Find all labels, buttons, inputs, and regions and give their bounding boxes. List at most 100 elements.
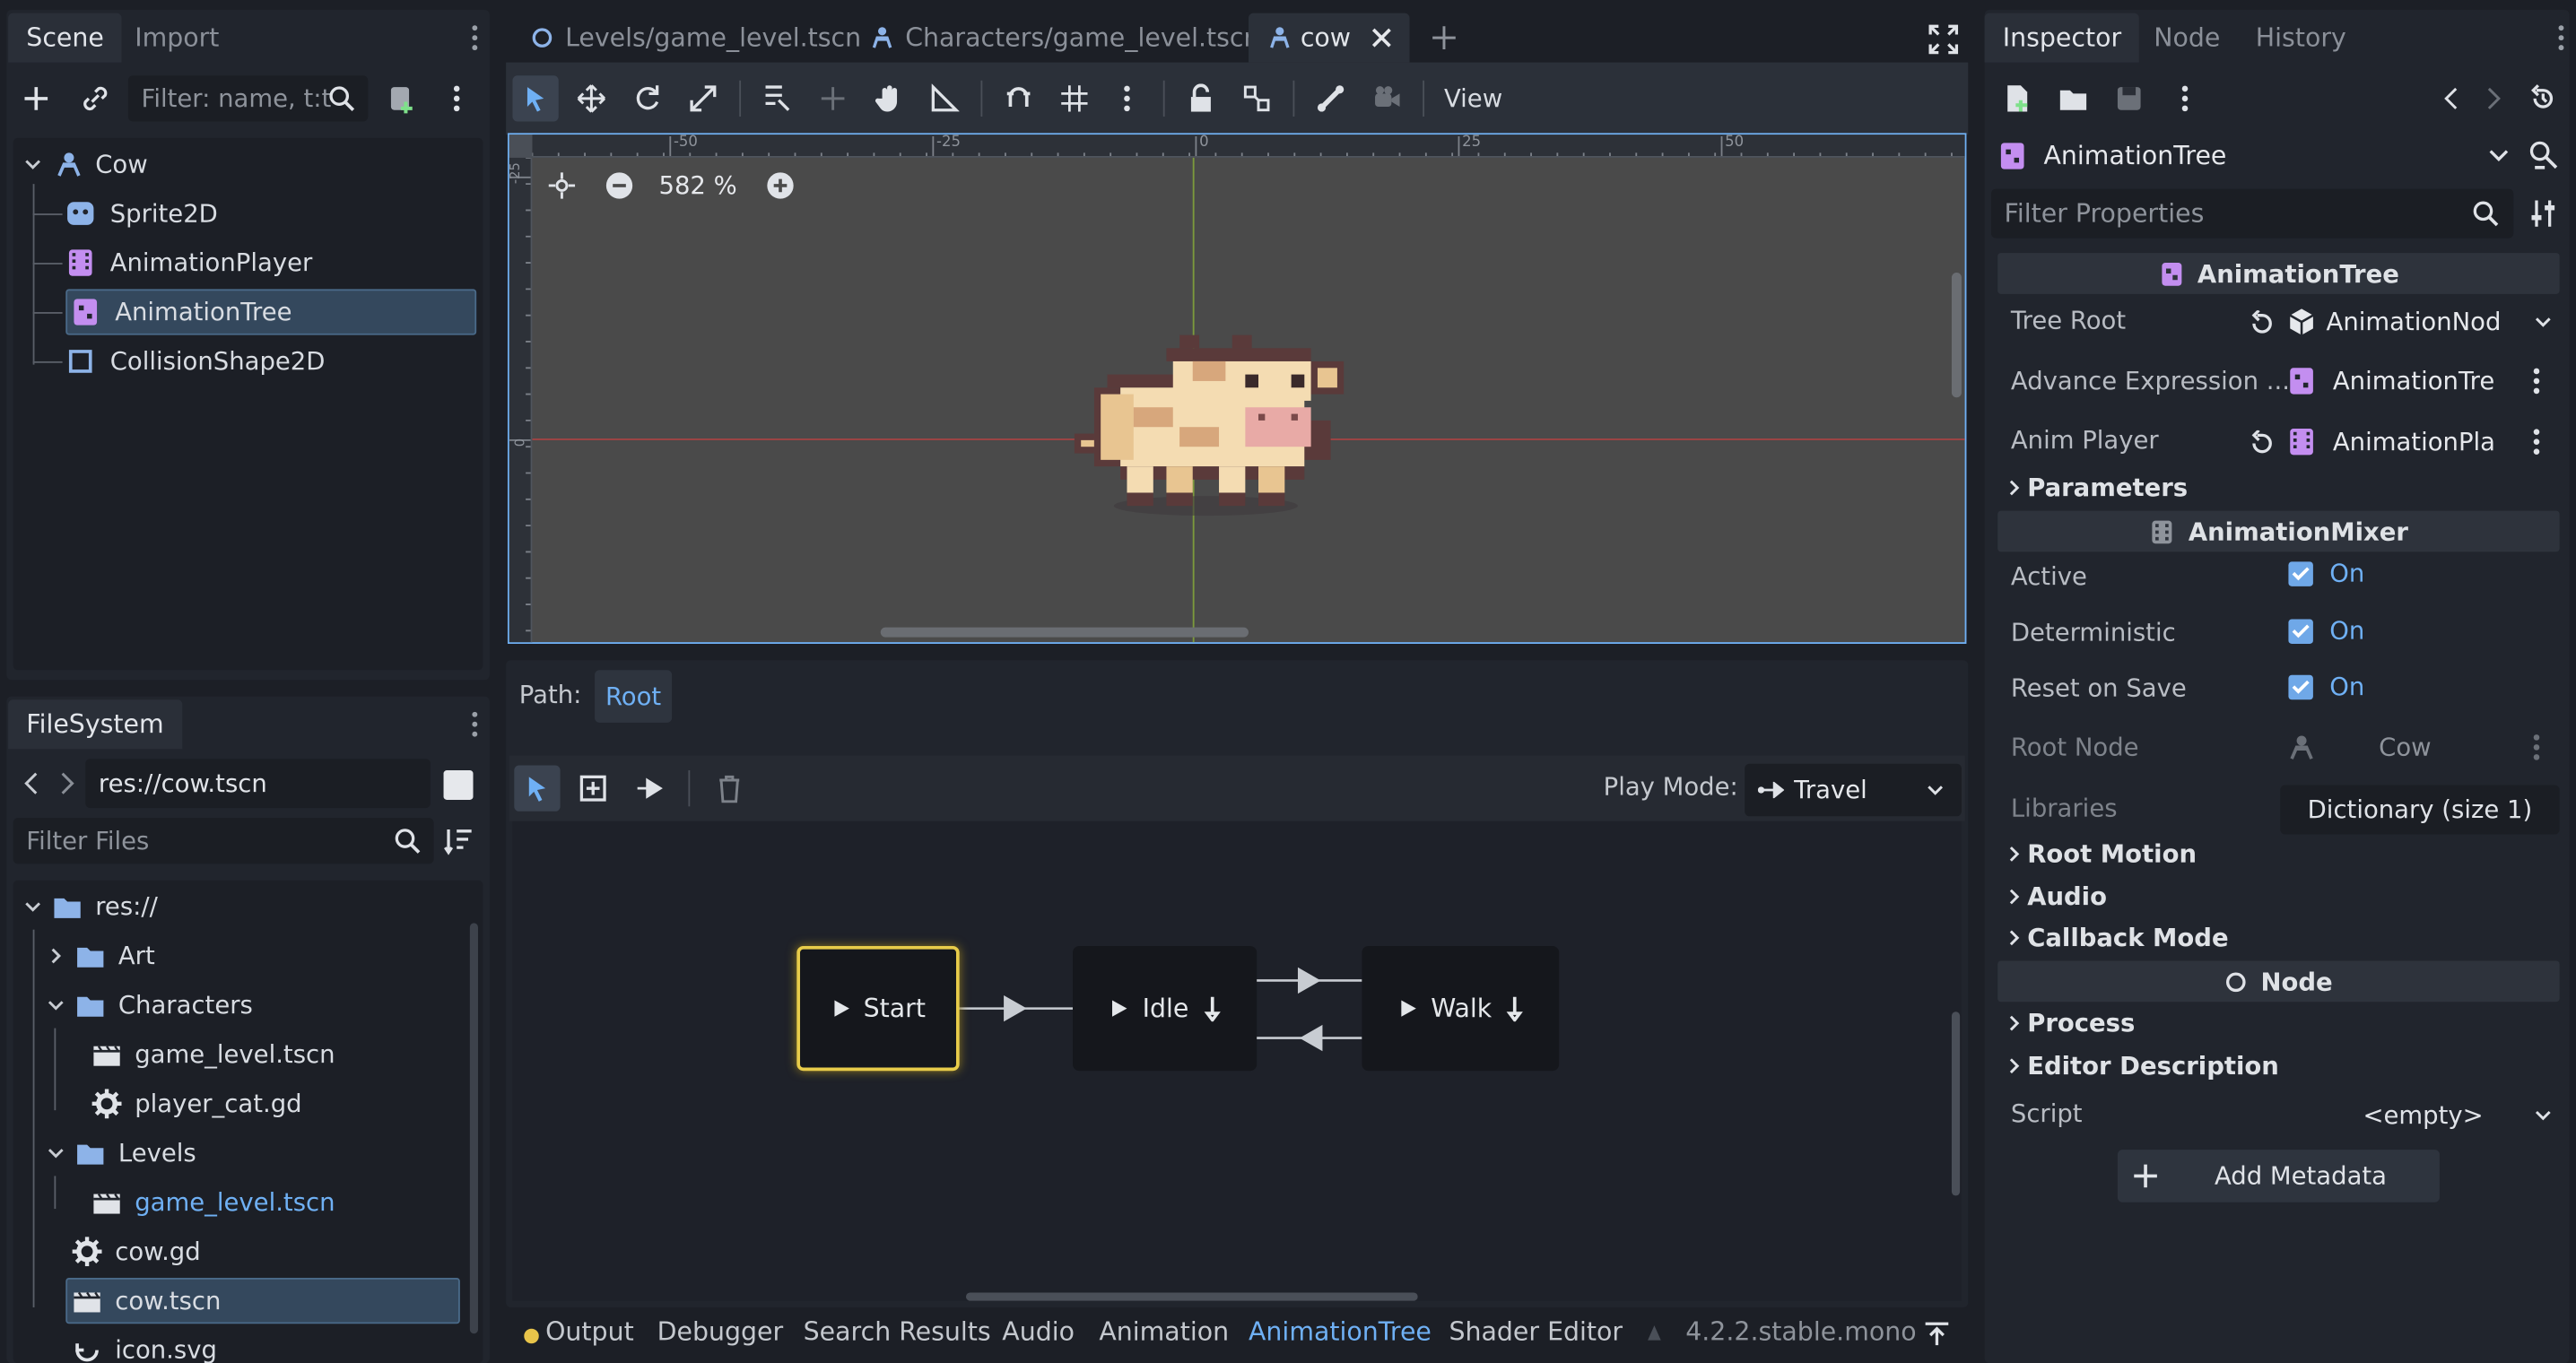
- snap-options-icon[interactable]: [1104, 75, 1150, 121]
- ruler-tool-icon[interactable]: [922, 75, 968, 121]
- group-icon[interactable]: [1234, 75, 1280, 121]
- create-node-icon[interactable]: [570, 766, 616, 812]
- distraction-free-icon[interactable]: [1928, 24, 1959, 55]
- prop-anim-player-value[interactable]: AnimationPla: [2287, 419, 2511, 464]
- chevron-down-icon[interactable]: [2533, 314, 2553, 330]
- prop-script-value[interactable]: <empty>: [2287, 1092, 2560, 1138]
- tab-node[interactable]: Node: [2136, 13, 2238, 63]
- history-back-icon[interactable]: [2428, 75, 2474, 121]
- graph-hscrollbar[interactable]: [965, 1292, 1418, 1301]
- sort-icon[interactable]: [443, 826, 474, 855]
- chevron-down-icon[interactable]: [23, 897, 43, 916]
- chevron-right-icon[interactable]: [46, 946, 65, 966]
- nav-back-icon[interactable]: [23, 770, 39, 796]
- bottom-tab-audio[interactable]: Audio: [1002, 1317, 1075, 1347]
- pivot-tool-icon[interactable]: [810, 75, 856, 121]
- bottom-tab-output[interactable]: Output: [545, 1317, 634, 1347]
- delete-icon[interactable]: [707, 766, 753, 812]
- dock-menu-icon[interactable]: [464, 23, 487, 53]
- split-mode-toggle[interactable]: [443, 770, 474, 800]
- tab-filesystem[interactable]: FileSystem: [8, 699, 182, 750]
- prop-reset-on-save-checkbox[interactable]: On: [2288, 672, 2364, 701]
- filter-files-input[interactable]: Filter Files: [13, 818, 434, 864]
- prop-menu-icon[interactable]: [2533, 734, 2540, 760]
- path-root-button[interactable]: Root: [595, 670, 673, 723]
- group-callback-mode[interactable]: Callback Mode: [2007, 923, 2229, 952]
- scale-tool-icon[interactable]: [680, 75, 726, 121]
- prop-menu-icon[interactable]: [2533, 368, 2540, 395]
- pan-tool-icon[interactable]: [866, 75, 911, 121]
- prop-tree-root-value[interactable]: AnimationNod: [2287, 299, 2560, 344]
- select-tool-icon[interactable]: [514, 765, 561, 812]
- expand-panel-icon[interactable]: [1924, 1321, 1950, 1347]
- edit-icon[interactable]: [1203, 995, 1221, 1022]
- zoom-out-icon[interactable]: [605, 170, 634, 200]
- revert-icon[interactable]: [2248, 430, 2274, 456]
- property-tools-icon[interactable]: [2530, 199, 2556, 229]
- close-icon[interactable]: [1371, 26, 1392, 49]
- tab-scene[interactable]: Scene: [8, 13, 123, 63]
- smart-snap-icon[interactable]: [996, 75, 1041, 121]
- chevron-down-icon[interactable]: [23, 154, 43, 174]
- bone-icon[interactable]: [1308, 75, 1353, 121]
- bottom-tab-debugger[interactable]: Debugger: [657, 1317, 784, 1347]
- prop-menu-icon[interactable]: [2533, 429, 2540, 455]
- history-forward-icon[interactable]: [2471, 75, 2517, 121]
- add-tab-icon[interactable]: [1431, 24, 1457, 50]
- graph-vscrollbar[interactable]: [1951, 1011, 1961, 1196]
- play-icon[interactable]: [1398, 999, 1418, 1019]
- view-menu[interactable]: View: [1444, 83, 1502, 113]
- nav-forward-icon[interactable]: [59, 770, 75, 796]
- group-audio[interactable]: Audio: [2007, 882, 2107, 912]
- state-node-start[interactable]: Start: [796, 946, 960, 1072]
- object-docs-icon[interactable]: [2527, 138, 2560, 171]
- bottom-tab-animation[interactable]: Animation: [1099, 1317, 1229, 1347]
- inspector-menu-icon[interactable]: [2162, 75, 2207, 121]
- play-icon[interactable]: [1110, 999, 1129, 1019]
- prop-advance-expression-value[interactable]: AnimationTre: [2287, 358, 2511, 404]
- tab-history[interactable]: History: [2238, 13, 2364, 63]
- group-root-motion[interactable]: Root Motion: [2007, 839, 2197, 869]
- bottom-tab-animationtree[interactable]: AnimationTree: [1249, 1317, 1432, 1347]
- chevron-down-icon[interactable]: [46, 1143, 65, 1163]
- grid-snap-icon[interactable]: [1051, 75, 1097, 121]
- bottom-tab-shader-editor[interactable]: Shader Editor: [1449, 1317, 1623, 1347]
- move-tool-icon[interactable]: [569, 75, 614, 121]
- prop-root-node-value[interactable]: Cow: [2287, 725, 2511, 770]
- chevron-down-icon[interactable]: [2533, 1107, 2553, 1123]
- state-node-walk[interactable]: Walk: [1362, 946, 1560, 1072]
- dock-menu-icon[interactable]: [2550, 23, 2573, 53]
- select-tool-icon[interactable]: [512, 75, 559, 122]
- connect-tool-icon[interactable]: [626, 766, 672, 812]
- prop-deterministic-checkbox[interactable]: On: [2288, 616, 2364, 646]
- lock-icon[interactable]: [1178, 75, 1223, 121]
- camera-override-icon[interactable]: [1363, 75, 1409, 121]
- tab-characters-game-level[interactable]: Characters/game_level.tscn: [851, 13, 1278, 63]
- add-metadata-button[interactable]: Add Metadata: [2117, 1150, 2440, 1202]
- chevron-down-icon[interactable]: [46, 995, 65, 1015]
- open-folder-icon[interactable]: [2050, 75, 2096, 121]
- viewport-vscrollbar[interactable]: [1951, 273, 1962, 398]
- rotate-tool-icon[interactable]: [624, 75, 670, 121]
- attach-script-icon[interactable]: [386, 82, 419, 116]
- revert-icon[interactable]: [2248, 310, 2274, 336]
- prop-active-checkbox[interactable]: On: [2288, 559, 2364, 588]
- play-mode-select[interactable]: Travel: [1745, 763, 1962, 817]
- tab-cow[interactable]: cow: [1249, 13, 1410, 63]
- group-process[interactable]: Process: [2007, 1009, 2135, 1038]
- bottom-tab-search-results[interactable]: Search Results: [804, 1317, 991, 1347]
- state-node-idle[interactable]: Idle: [1073, 946, 1258, 1072]
- center-view-icon[interactable]: [547, 170, 577, 200]
- tab-levels-game-level[interactable]: Levels/game_level.tscn: [512, 13, 879, 63]
- scene-menu-icon[interactable]: [453, 85, 460, 112]
- list-select-icon[interactable]: [754, 75, 800, 121]
- add-node-icon[interactable]: [13, 75, 59, 121]
- object-selector[interactable]: AnimationTree: [1995, 132, 2517, 181]
- viewport-hscrollbar[interactable]: [880, 627, 1249, 638]
- tab-inspector[interactable]: Inspector: [1984, 13, 2140, 63]
- tree-item-animationtree[interactable]: AnimationTree: [65, 289, 477, 335]
- link-icon[interactable]: [73, 75, 118, 121]
- filter-properties-input[interactable]: Filter Properties: [1990, 188, 2514, 239]
- group-editor-description[interactable]: Editor Description: [2007, 1051, 2279, 1081]
- zoom-in-icon[interactable]: [765, 170, 795, 200]
